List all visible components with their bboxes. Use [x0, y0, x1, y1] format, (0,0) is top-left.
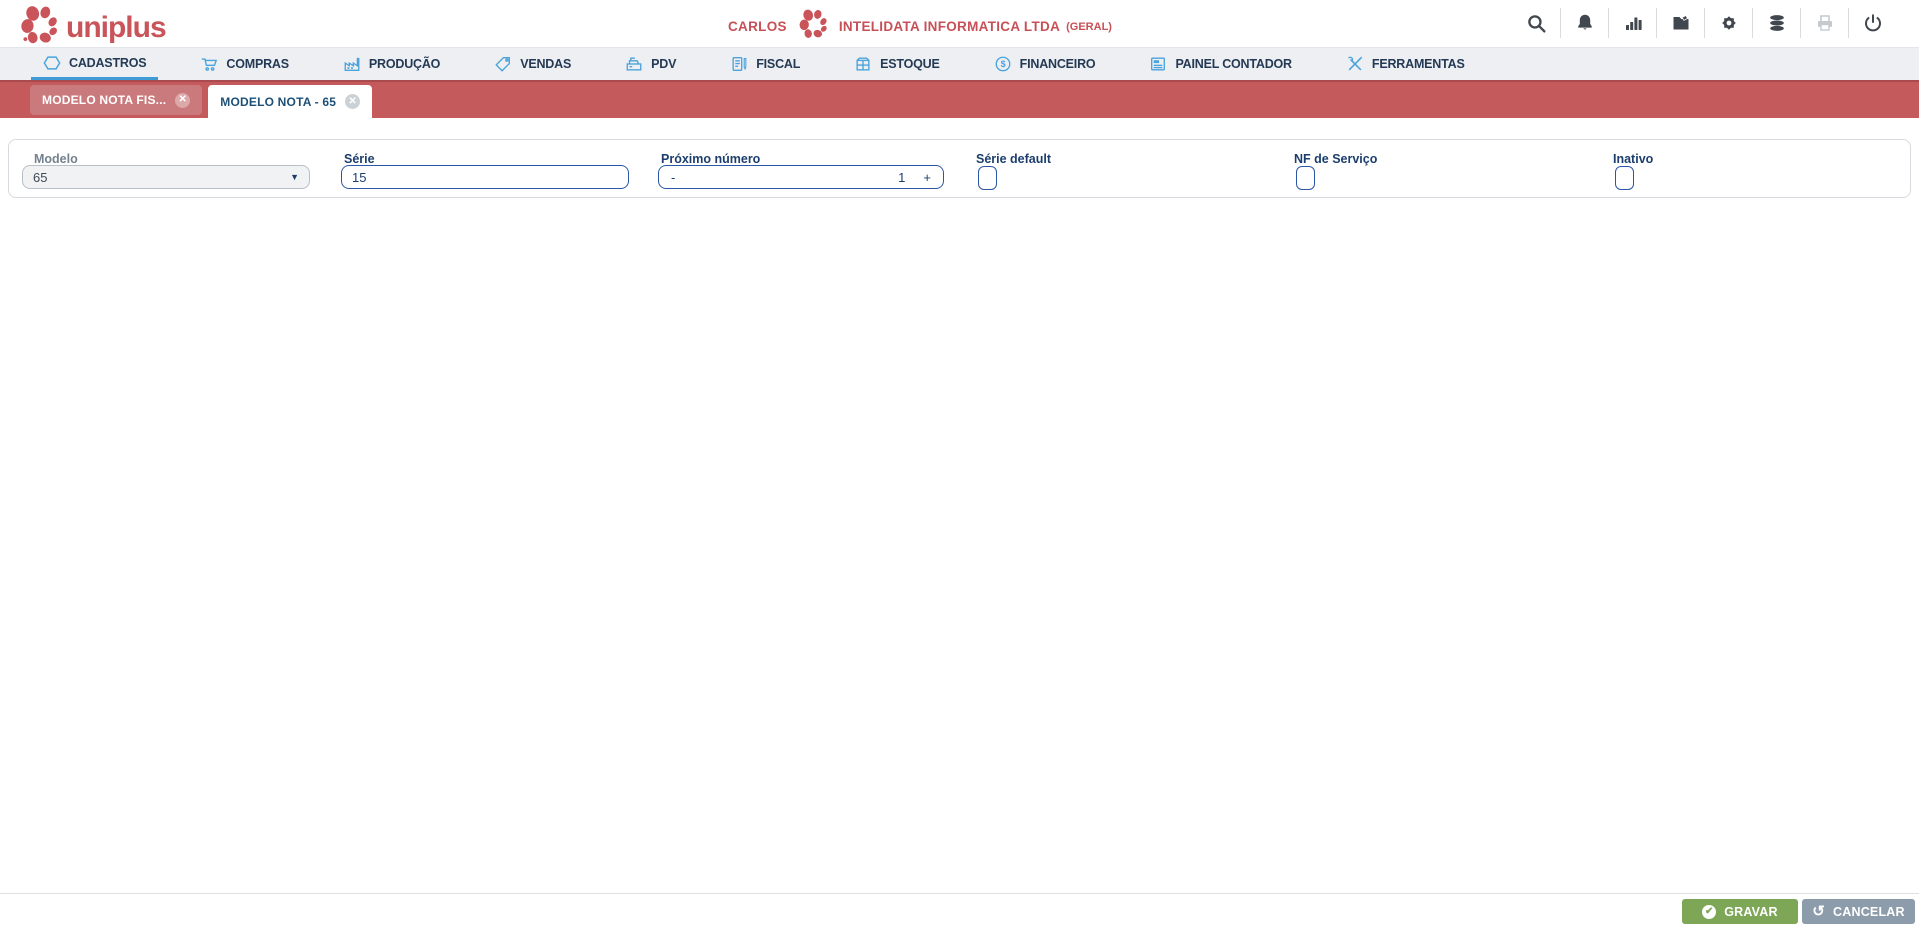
- proximo-numero-stepper[interactable]: - 1 +: [658, 165, 944, 189]
- proximo-numero-value: 1: [898, 169, 906, 185]
- serie-default-label: Série default: [976, 152, 1052, 166]
- proximo-numero-label: Próximo número: [661, 152, 761, 166]
- increment-button[interactable]: +: [923, 170, 931, 185]
- svg-text:$: $: [1000, 59, 1005, 69]
- search-icon[interactable]: [1513, 8, 1561, 38]
- crate-icon: [854, 55, 872, 73]
- modelo-value: 65: [33, 169, 48, 185]
- dollar-circle-icon: $: [994, 55, 1012, 73]
- serie-label: Série: [344, 152, 375, 166]
- menu-label: CADASTROS: [69, 55, 147, 70]
- cash-register-icon: [625, 55, 643, 73]
- tab-modelo-nota-fiscal[interactable]: MODELO NOTA FIS... ✕: [30, 85, 203, 115]
- menu-label: PDV: [651, 57, 677, 71]
- menu-label: ESTOQUE: [880, 57, 940, 71]
- calculator-panel-icon: [1149, 55, 1167, 73]
- menu-label: PRODUÇÃO: [368, 57, 441, 71]
- tab-label: MODELO NOTA - 65: [220, 94, 337, 109]
- menu-label: FISCAL: [756, 57, 801, 71]
- app-header: uniplus CARLOS INTELIDATA INFORMATICA LT…: [0, 0, 1919, 47]
- modelo-label: Modelo: [34, 152, 78, 166]
- header-action-bar: [1513, 8, 1897, 38]
- database-icon[interactable]: [1753, 8, 1801, 38]
- inativo-label: Inativo: [1613, 152, 1654, 166]
- settings-icon[interactable]: [1705, 8, 1753, 38]
- save-button-label: GRAVAR: [1724, 904, 1778, 919]
- close-icon[interactable]: ✕: [175, 92, 191, 108]
- serie-default-checkbox[interactable]: [978, 166, 997, 190]
- decrement-button[interactable]: -: [671, 170, 675, 185]
- company-scope: (GERAL): [1066, 20, 1112, 33]
- menu-label: COMPRAS: [226, 57, 289, 71]
- tab-modelo-nota-65[interactable]: MODELO NOTA - 65 ✕: [208, 85, 373, 118]
- cancel-button[interactable]: ↺ CANCELAR: [1802, 899, 1915, 924]
- power-icon[interactable]: [1849, 8, 1897, 38]
- menu-item-estoque[interactable]: ESTOQUE: [842, 48, 952, 80]
- flower-mini-icon: [797, 8, 829, 45]
- nf-de-servico-checkbox[interactable]: [1296, 166, 1315, 190]
- menu-label: PAINEL CONTADOR: [1175, 57, 1292, 71]
- shopping-cart-icon: [200, 55, 218, 73]
- hexagon-icon: [43, 54, 61, 72]
- flower-logo-icon: [18, 4, 60, 51]
- inativo-checkbox[interactable]: [1615, 166, 1634, 190]
- undo-icon: ↺: [1812, 903, 1826, 920]
- statistics-icon[interactable]: [1609, 8, 1657, 38]
- company-name: INTELIDATA INFORMATICA LTDA: [838, 19, 1061, 34]
- menu-item-vendas[interactable]: VENDAS: [482, 48, 583, 80]
- tools-icon: [1346, 55, 1364, 73]
- menu-item-compras[interactable]: COMPRAS: [188, 48, 301, 80]
- menu-label: FINANCEIRO: [1019, 57, 1096, 71]
- menu-label: FERRAMENTAS: [1371, 57, 1465, 71]
- print-icon: [1801, 8, 1849, 38]
- chevron-down-icon: ▼: [290, 172, 299, 182]
- factory-icon: [343, 55, 361, 73]
- documents-icon[interactable]: [1657, 8, 1705, 38]
- modelo-nota-form-panel: Modelo 65 ▼ Série Próximo número - 1 + S…: [8, 139, 1911, 198]
- notifications-icon[interactable]: [1561, 8, 1609, 38]
- tab-label: MODELO NOTA FIS...: [42, 93, 167, 107]
- uniplus-logo: uniplus: [18, 4, 167, 51]
- serie-input[interactable]: [341, 165, 629, 189]
- clipboard-icon: [730, 55, 748, 73]
- nf-de-servico-label: NF de Serviço: [1294, 152, 1378, 166]
- menu-item-fiscal[interactable]: FISCAL: [718, 48, 812, 80]
- save-button[interactable]: ✔ GRAVAR: [1682, 899, 1798, 924]
- modelo-select[interactable]: 65 ▼: [22, 165, 310, 189]
- open-tabs-bar: MODELO NOTA FIS... ✕ MODELO NOTA - 65 ✕: [0, 80, 1919, 118]
- menu-item-pdv[interactable]: PDV: [613, 48, 688, 80]
- cancel-button-label: CANCELAR: [1833, 904, 1905, 919]
- user-name: CARLOS: [728, 19, 787, 34]
- menu-label: VENDAS: [520, 57, 572, 71]
- menu-item-producao[interactable]: PRODUÇÃO: [331, 48, 452, 80]
- logo-text: uniplus: [66, 10, 167, 44]
- menu-item-ferramentas[interactable]: FERRAMENTAS: [1334, 48, 1477, 80]
- price-tag-icon: [494, 55, 512, 73]
- check-circle-icon: ✔: [1702, 904, 1717, 919]
- action-footer: ✔ GRAVAR ↺ CANCELAR: [0, 893, 1919, 929]
- main-menu-bar: CADASTROS COMPRAS PRODUÇÃO VENDAS PDV FI…: [0, 47, 1919, 80]
- menu-item-painel-contador[interactable]: PAINEL CONTADOR: [1137, 48, 1303, 80]
- menu-item-cadastros[interactable]: CADASTROS: [31, 48, 159, 80]
- menu-item-financeiro[interactable]: $ FINANCEIRO: [982, 48, 1108, 80]
- close-icon[interactable]: ✕: [345, 94, 361, 109]
- session-info: CARLOS INTELIDATA INFORMATICA LTDA (GERA…: [728, 8, 1112, 45]
